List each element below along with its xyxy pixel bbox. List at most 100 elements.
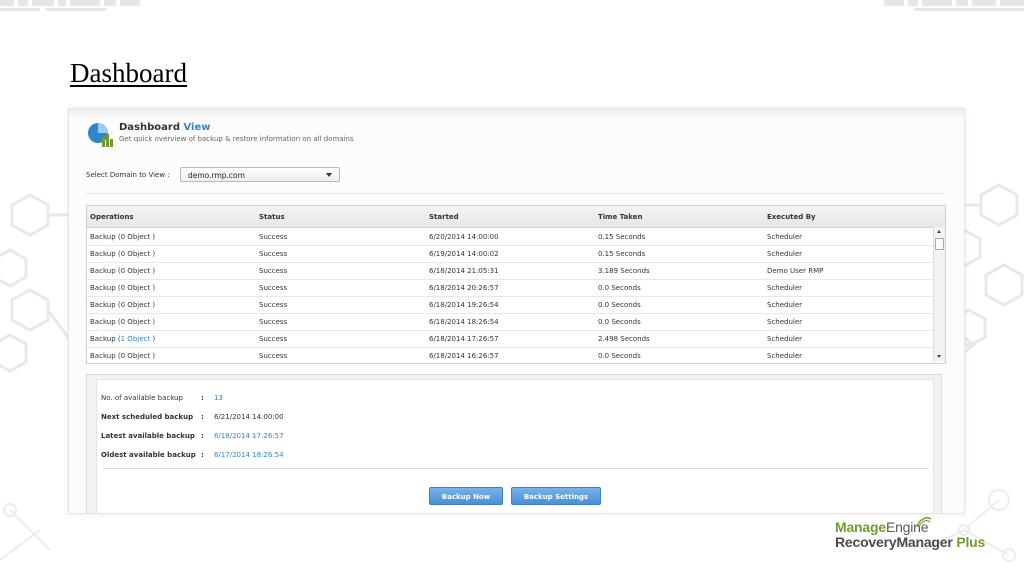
cell-status: Success — [259, 318, 288, 326]
operation-prefix: Backup ( — [90, 233, 121, 241]
colon: : — [201, 432, 204, 440]
column-header-started[interactable]: Started — [429, 213, 459, 221]
cell-started: 6/18/2014 16:26:57 — [429, 352, 499, 360]
cell-time-taken: 0.0 Seconds — [598, 301, 641, 309]
domain-select-value: demo.rmp.com — [188, 171, 245, 180]
column-header-operations[interactable]: Operations — [90, 213, 134, 221]
cell-started: 6/19/2014 14:00:02 — [429, 250, 499, 258]
operation-suffix: ) — [150, 233, 156, 241]
table-row[interactable]: Backup (0 Object ) Success 6/18/2014 19:… — [87, 296, 933, 314]
cell-started: 6/18/2014 19:26:54 — [429, 301, 499, 309]
cell-status: Success — [259, 301, 288, 309]
cell-operation: Backup (1 Object ) — [90, 335, 155, 343]
backup-settings-button[interactable]: Backup Settings — [511, 487, 601, 505]
table-row[interactable]: Backup (0 Object ) Success 6/18/2014 21:… — [87, 262, 933, 280]
column-header-status[interactable]: Status — [259, 213, 285, 221]
dashboard-view-subtitle: Get quick overview of backup & restore i… — [119, 135, 354, 143]
scroll-down-icon[interactable] — [937, 355, 941, 358]
cell-operation: Backup (0 Object ) — [90, 352, 155, 360]
cell-executed-by: Scheduler — [767, 318, 803, 326]
table-row[interactable]: Backup (1 Object ) Success 6/18/2014 17:… — [87, 330, 933, 348]
object-count-link[interactable]: 1 Object — [121, 335, 150, 343]
object-count: 0 Object — [120, 301, 151, 309]
object-count: 0 Object — [120, 284, 151, 292]
scrollbar-thumb[interactable] — [935, 238, 944, 250]
operation-prefix: Backup ( — [90, 250, 121, 258]
logo-manageengine: ManageEngine — [835, 519, 985, 535]
colon: : — [201, 451, 204, 459]
cell-executed-by: Scheduler — [767, 284, 803, 292]
cell-operation: Backup (0 Object ) — [90, 318, 155, 326]
cell-executed-by: Scheduler — [767, 233, 803, 241]
object-count: 0 Object — [120, 250, 151, 258]
chevron-down-icon — [326, 173, 332, 177]
operation-suffix: ) — [150, 301, 156, 309]
table-row[interactable]: Backup (0 Object ) Success 6/20/2014 14:… — [87, 228, 933, 246]
operation-suffix: ) — [150, 267, 156, 275]
domain-select[interactable]: demo.rmp.com — [180, 167, 340, 182]
cell-status: Success — [259, 267, 288, 275]
logo-manage: Manage — [835, 519, 886, 535]
cell-started: 6/18/2014 17:26:57 — [429, 335, 499, 343]
cell-started: 6/18/2014 20:26:57 — [429, 284, 499, 292]
logo-plus: Plus — [956, 534, 986, 550]
latest-backup-value[interactable]: 6/18/2014 17:26:57 — [214, 432, 284, 440]
table-scrollbar[interactable] — [933, 227, 945, 362]
backup-summary-card: No. of available backup : 13 Next schedu… — [96, 379, 934, 513]
next-scheduled-label: Next scheduled backup — [101, 413, 194, 421]
operation-suffix: ) — [150, 284, 156, 292]
table-row[interactable]: Backup (0 Object ) Success 6/18/2014 16:… — [87, 347, 933, 363]
cell-executed-by: Scheduler — [767, 335, 803, 343]
cell-time-taken: 0.15 Seconds — [598, 233, 646, 241]
dashboard-view-title: Dashboard View — [119, 122, 211, 133]
divider — [103, 468, 929, 469]
column-header-executed-by[interactable]: Executed By — [767, 213, 816, 221]
dashboard-view-title-accent: View — [183, 122, 211, 133]
column-header-time-taken[interactable]: Time Taken — [598, 213, 642, 221]
operation-suffix: ) — [150, 250, 156, 258]
cell-executed-by: Demo User RMP — [767, 267, 824, 275]
cell-started: 6/20/2014 14:00:00 — [429, 233, 499, 241]
table-row[interactable]: Backup (0 Object ) Success 6/18/2014 20:… — [87, 279, 933, 297]
operation-suffix: ) — [150, 335, 156, 343]
scroll-up-icon[interactable] — [937, 230, 941, 233]
table-row[interactable]: Backup (0 Object ) Success 6/18/2014 18:… — [87, 313, 933, 331]
operations-table: Operations Status Started Time Taken Exe… — [86, 205, 946, 364]
panel-top-bar — [69, 109, 964, 117]
manageengine-logo: ManageEngine RecoveryManager Plus — [835, 517, 985, 550]
available-backup-value[interactable]: 13 — [214, 394, 223, 402]
oldest-backup-value[interactable]: 6/17/2014 18:26:54 — [214, 451, 284, 459]
cell-operation: Backup (0 Object ) — [90, 233, 155, 241]
cell-time-taken: 0.0 Seconds — [598, 284, 641, 292]
object-count: 0 Object — [120, 352, 151, 360]
table-header: Operations Status Started Time Taken Exe… — [87, 206, 945, 228]
cell-status: Success — [259, 284, 288, 292]
backup-now-button[interactable]: Backup Now — [429, 487, 503, 505]
object-count: 0 Object — [120, 318, 151, 326]
dashboard-panel: Dashboard View Get quick overview of bac… — [68, 108, 965, 514]
cell-started: 6/18/2014 21:05:31 — [429, 267, 499, 275]
cell-time-taken: 0.0 Seconds — [598, 318, 641, 326]
table-row[interactable]: Backup (0 Object ) Success 6/19/2014 14:… — [87, 245, 933, 263]
cell-operation: Backup (0 Object ) — [90, 301, 155, 309]
logo-swoosh-icon — [916, 517, 932, 528]
logo-product: RecoveryManager Plus — [835, 534, 985, 550]
object-count: 0 Object — [120, 233, 151, 241]
operation-prefix: Backup ( — [90, 352, 121, 360]
decorative-hexagons-left — [0, 193, 70, 373]
colon: : — [201, 413, 204, 421]
next-scheduled-value: 6/21/2014 14:00:00 — [214, 413, 284, 421]
pie-chart-bars-icon — [88, 123, 113, 147]
divider — [86, 193, 944, 194]
cell-status: Success — [259, 233, 288, 241]
logo-recoverymanager: RecoveryManager — [835, 534, 953, 550]
decorative-pattern-top-left — [0, 0, 140, 11]
operation-prefix: Backup ( — [90, 335, 121, 343]
slide-title: Dashboard — [70, 58, 187, 88]
operation-suffix: ) — [150, 318, 156, 326]
latest-backup-label: Latest available backup — [101, 432, 195, 440]
decorative-pattern-top-right — [884, 0, 1024, 11]
cell-executed-by: Scheduler — [767, 250, 803, 258]
dashboard-view-title-main: Dashboard — [119, 122, 180, 133]
decorative-network-bottom-left — [0, 503, 51, 561]
